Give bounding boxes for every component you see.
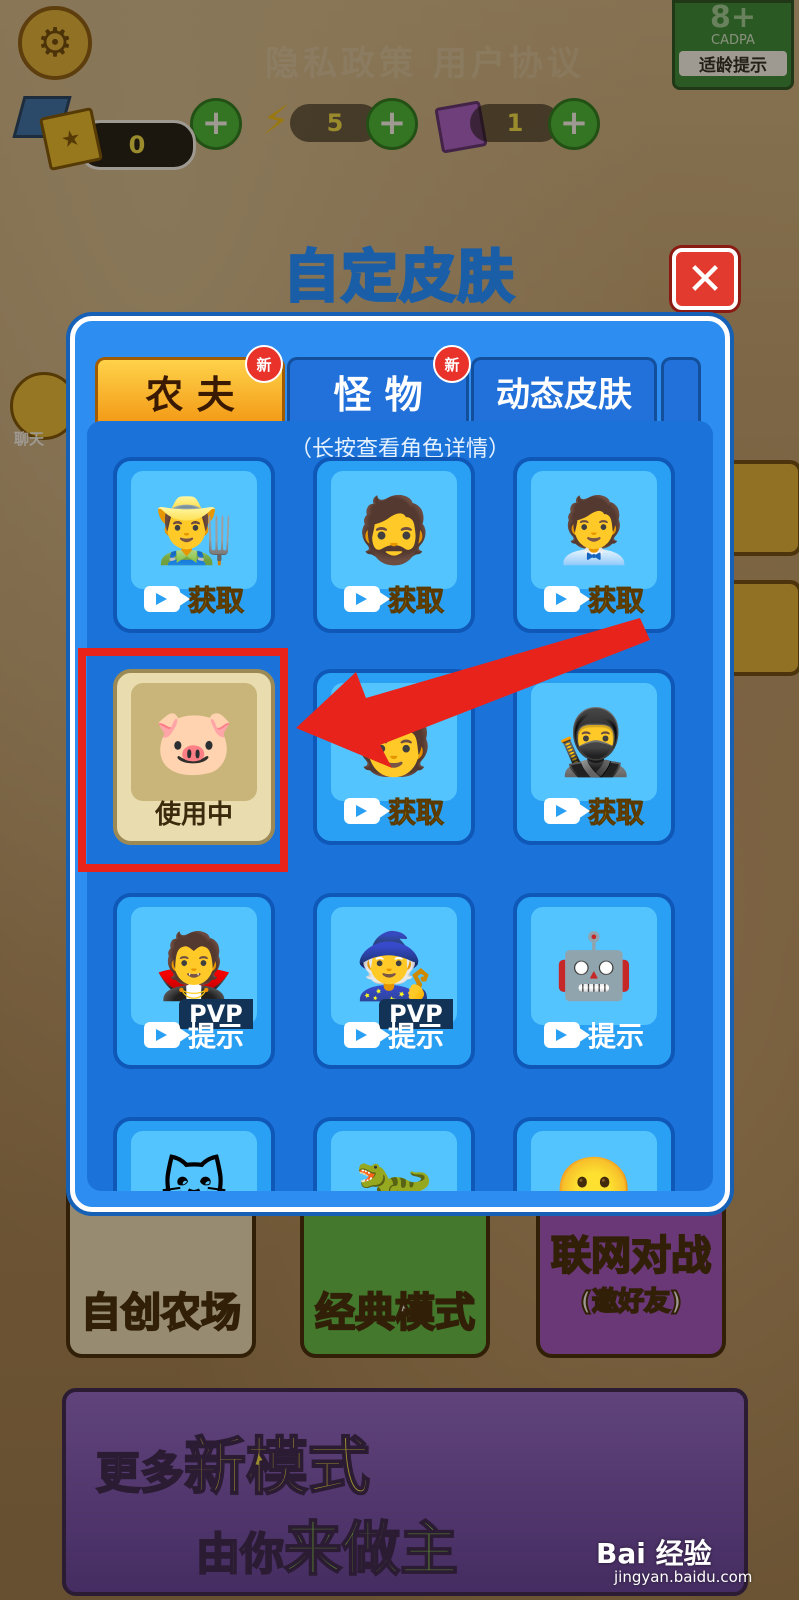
- baidu-watermark-logo: Bai 经验: [596, 1537, 712, 1570]
- annotation-arrow-icon: [296, 618, 650, 768]
- baidu-watermark-url: jingyan.baidu.com: [614, 1568, 753, 1586]
